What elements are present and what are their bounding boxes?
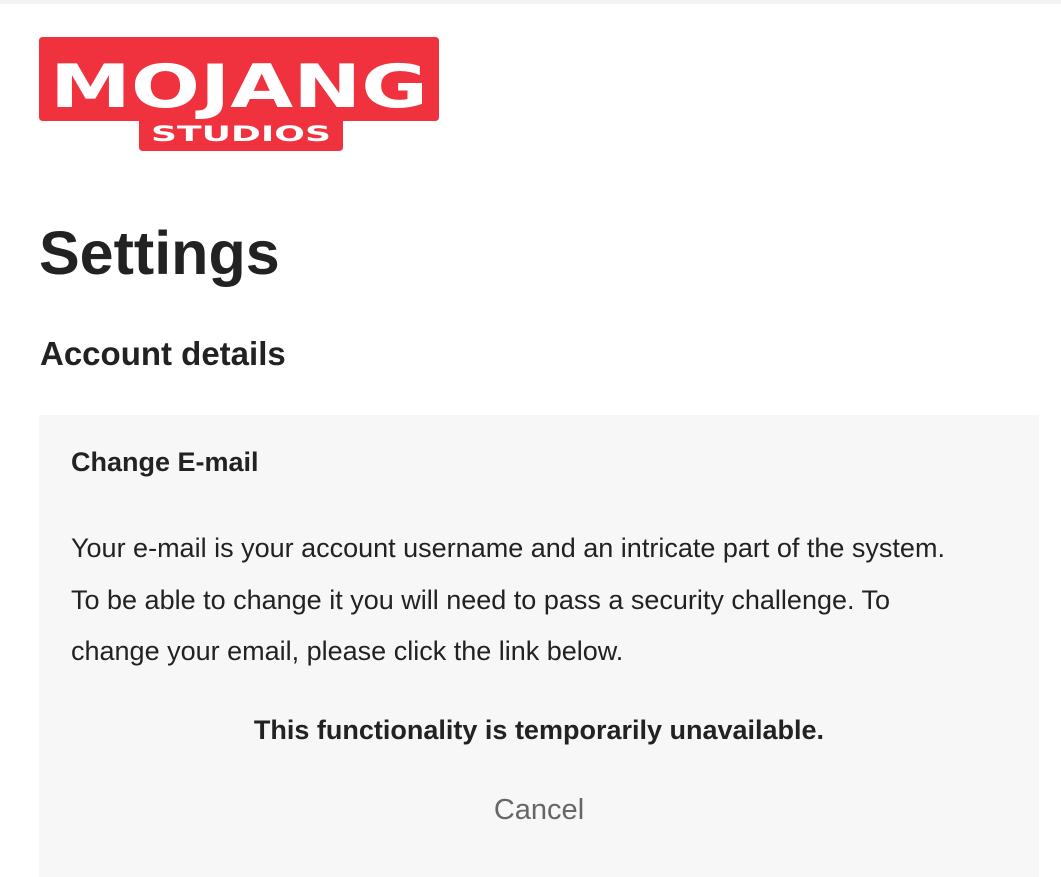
svg-text:MOJANG: MOJANG: [50, 52, 428, 122]
svg-text:STUDIOS: STUDIOS: [151, 122, 331, 146]
top-divider: [0, 0, 1061, 4]
section-title-account-details: Account details: [40, 335, 286, 372]
change-email-card: Change E-mail Your e-mail is your accoun…: [39, 415, 1039, 877]
change-email-title: Change E-mail: [71, 447, 259, 477]
page-title: Settings: [39, 219, 280, 287]
logo-graphic: MOJANG STUDIOS: [39, 37, 439, 151]
cancel-link[interactable]: Cancel: [494, 794, 584, 826]
mojang-studios-logo[interactable]: MOJANG STUDIOS: [39, 37, 439, 151]
change-email-description: Your e-mail is your account username and…: [71, 533, 945, 666]
unavailable-notice: This functionality is temporarily unavai…: [253, 715, 825, 745]
